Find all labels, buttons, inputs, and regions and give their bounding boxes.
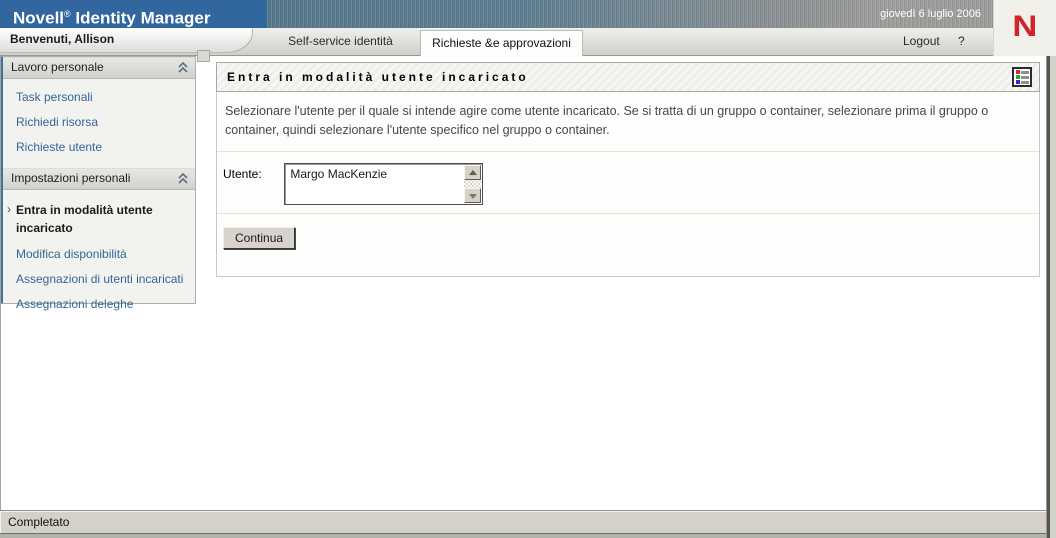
brand-product: Identity Manager xyxy=(70,8,211,28)
sidebar-section-items: Task personali Richiedi risorsa Richiest… xyxy=(3,79,195,168)
panel-title-bar: Entra in modalità utente incaricato xyxy=(216,62,1040,92)
panel-body: Selezionare l'utente per il quale si int… xyxy=(216,92,1040,277)
date-label: giovedì 6 luglio 2006 xyxy=(880,8,981,20)
novell-logo-block: N xyxy=(993,0,1056,56)
sidebar-section-items: › Entra in modalità utente incaricato Mo… xyxy=(3,190,195,325)
sidebar-section-impostazioni-personali[interactable]: Impostazioni personali xyxy=(3,168,195,190)
portlet-icon-bar xyxy=(1021,71,1029,74)
header-texture: giovedì 6 luglio 2006 xyxy=(267,0,993,28)
scroll-down-icon xyxy=(469,194,478,199)
portlet-icon-red-square xyxy=(1016,70,1020,74)
bottom-window-edge xyxy=(0,533,1056,538)
welcome-label: Benvenuti, Allison xyxy=(10,32,115,46)
brand-bar: Novell® Identity Manager xyxy=(0,0,267,28)
portlet-icon-bar xyxy=(1021,81,1029,84)
portlet-icon-bar xyxy=(1021,76,1029,79)
current-item-marker: › xyxy=(7,202,11,216)
brand-novell: Novell xyxy=(13,8,65,28)
user-label: Utente: xyxy=(223,167,262,181)
sidebar-item-assegnazioni-deleghe[interactable]: Assegnazioni deleghe xyxy=(3,292,195,317)
tab-requests-approvals[interactable]: Richieste &e approvazioni xyxy=(420,30,583,56)
user-form-row: Utente: Margo MacKenzie xyxy=(217,152,1039,214)
sidebar-item-modifica-disponibilita[interactable]: Modifica disponibilità xyxy=(3,242,195,267)
sidebar-menu: Lavoro personale Task personali Richiedi… xyxy=(0,56,196,311)
left-window-edge xyxy=(0,56,1,538)
status-text: Completato xyxy=(8,515,70,529)
layout-corner-box xyxy=(197,50,210,62)
sidebar-item-richieste-utente[interactable]: Richieste utente xyxy=(3,135,195,160)
portlet-icon-blue-square xyxy=(1016,80,1020,84)
help-link[interactable]: ? xyxy=(958,28,965,55)
sidebar-item-entra-modalita-utente-incaricato[interactable]: › Entra in modalità utente incaricato xyxy=(3,196,195,242)
right-window-edge-outer xyxy=(1050,56,1056,538)
app-window: Novell® Identity Manager giovedì 6 lugli… xyxy=(0,0,1056,538)
scroll-down-button[interactable] xyxy=(464,188,482,203)
portlet-icon-green-square xyxy=(1016,75,1020,79)
sidebar-item-assegnazioni-utenti-incaricati[interactable]: Assegnazioni di utenti incaricati xyxy=(3,267,195,292)
sidebar-section-title: Impostazioni personali xyxy=(11,171,131,185)
sidebar-item-task-personali[interactable]: Task personali xyxy=(3,85,195,110)
sidebar-item-richiedi-risorsa[interactable]: Richiedi risorsa xyxy=(3,110,195,135)
user-listbox[interactable]: Margo MacKenzie xyxy=(284,163,484,205)
scroll-up-icon xyxy=(469,170,478,175)
novell-n-logo-icon: N xyxy=(1012,10,1038,43)
sidebar-section-lavoro-personale[interactable]: Lavoro personale xyxy=(3,57,195,79)
sidebar-item-label: Entra in modalità utente incaricato xyxy=(16,203,153,235)
continue-button[interactable]: Continua xyxy=(223,227,296,249)
scroll-up-button[interactable] xyxy=(464,165,482,180)
collapse-chevrons-icon[interactable] xyxy=(177,172,189,191)
tab-self-service-identity[interactable]: Self-service identità xyxy=(268,28,413,55)
tab-bar: Benvenuti, Allison Self-service identità… xyxy=(0,28,993,56)
status-bar: Completato xyxy=(0,510,1056,533)
logout-link[interactable]: Logout xyxy=(903,28,940,55)
registered-mark: ® xyxy=(64,9,71,19)
instruction-text: Selezionare l'utente per il quale si int… xyxy=(217,92,1039,152)
collapse-chevrons-icon[interactable] xyxy=(177,61,189,80)
button-area: Continua xyxy=(217,214,1039,249)
sidebar-section-title: Lavoro personale xyxy=(11,60,104,74)
listbox-scrollbar[interactable] xyxy=(464,165,482,203)
portlet-menu-button[interactable] xyxy=(1012,67,1032,87)
user-listbox-option[interactable]: Margo MacKenzie xyxy=(285,164,482,181)
page-title: Entra in modalità utente incaricato xyxy=(227,70,529,84)
